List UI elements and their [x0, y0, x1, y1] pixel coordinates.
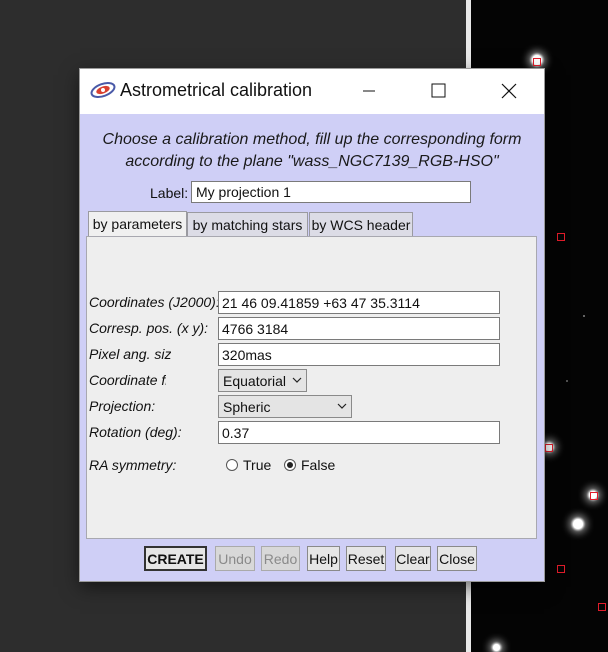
chevron-down-icon: [337, 403, 347, 409]
source-marker: [557, 233, 565, 241]
close-button[interactable]: Close: [437, 546, 477, 571]
corresp-pos-label: Corresp. pos. (x y):: [89, 320, 209, 336]
radio-selected-dot: [287, 462, 293, 468]
tab-by-wcs-header[interactable]: by WCS header: [309, 212, 413, 236]
coord-frame-select[interactable]: Equatorial: [218, 369, 307, 392]
instructions-line-1: Choose a calibration method, fill up the…: [102, 131, 522, 148]
label-caption: Label:: [150, 185, 189, 201]
source-marker: [557, 565, 565, 573]
reset-button[interactable]: Reset: [346, 546, 386, 571]
help-button[interactable]: Help: [307, 546, 340, 571]
tab-by-parameters[interactable]: by parameters: [88, 211, 187, 237]
ra-symmetry-true-label[interactable]: True: [243, 457, 271, 473]
instructions-line-2: according to the plane "wass_NGC7139_RGB…: [125, 153, 499, 170]
close-window-button[interactable]: [485, 69, 531, 114]
corresp-pos-input[interactable]: 4766 3184: [218, 317, 500, 340]
undo-button[interactable]: Undo: [215, 546, 255, 571]
star: [583, 315, 585, 317]
coordinates-label: Coordinates (J2000):: [89, 294, 219, 310]
source-marker: [545, 444, 553, 452]
source-marker: [533, 58, 541, 66]
rotation-input[interactable]: 0.37: [218, 421, 500, 444]
ra-symmetry-label: RA symmetry:: [89, 457, 177, 473]
calibration-dialog: Astrometrical calibration Choose a calib…: [80, 69, 544, 581]
parameters-panel: Coordinates (J2000): 21 46 09.41859 +63 …: [86, 236, 537, 539]
coordinates-input[interactable]: 21 46 09.41859 +63 47 35.3114: [218, 291, 500, 314]
pixel-size-input[interactable]: 320mas: [218, 343, 500, 366]
redo-button[interactable]: Redo: [261, 546, 300, 571]
minimize-button[interactable]: [345, 69, 391, 114]
ra-symmetry-true-radio[interactable]: [226, 459, 238, 471]
projection-label: Projection:: [89, 398, 156, 414]
tab-by-matching-stars[interactable]: by matching stars: [187, 212, 308, 236]
coord-frame-label: Coordinate frame: [89, 372, 166, 388]
instructions-text: Choose a calibration method, fill up the…: [80, 129, 544, 173]
chevron-down-icon: [292, 377, 302, 383]
label-input[interactable]: My projection 1: [191, 181, 471, 203]
star: [573, 519, 583, 529]
projection-value: Spheric: [223, 399, 271, 415]
create-button[interactable]: CREATE: [144, 546, 207, 571]
coord-frame-value: Equatorial: [223, 373, 287, 389]
projection-select[interactable]: Spheric: [218, 395, 352, 418]
star: [566, 380, 568, 382]
star: [493, 644, 500, 651]
ra-symmetry-false-radio[interactable]: [284, 459, 296, 471]
title-bar[interactable]: Astrometrical calibration: [80, 69, 544, 114]
source-marker: [598, 603, 606, 611]
ra-symmetry-false-label[interactable]: False: [301, 457, 335, 473]
aladin-app-icon: [90, 79, 116, 101]
pixel-size-label: Pixel ang. size: [89, 346, 171, 362]
rotation-label: Rotation (deg):: [89, 424, 182, 440]
maximize-button[interactable]: [415, 69, 461, 114]
clear-button[interactable]: Clear: [395, 546, 431, 571]
source-marker: [590, 492, 598, 500]
window-title: Astrometrical calibration: [120, 80, 313, 100]
